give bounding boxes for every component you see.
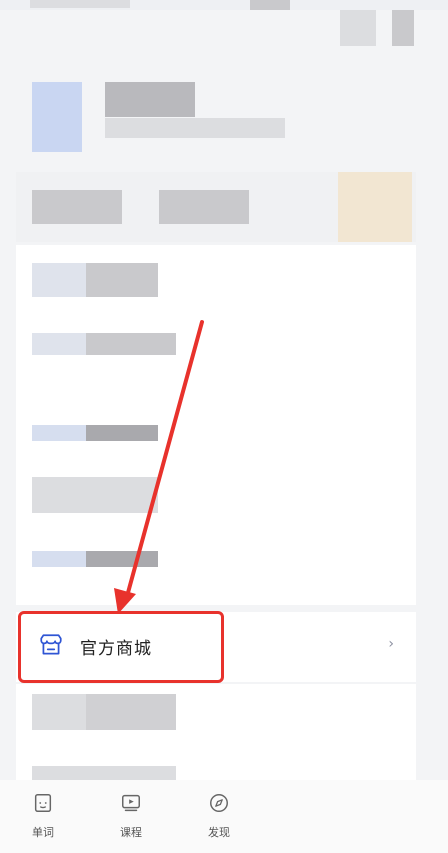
blurred-menu-group-2 [16,405,416,605]
tab-label: 课程 [120,826,142,839]
annotation-highlight-box [18,611,224,683]
blurred-stats-card [16,172,416,242]
tab-vocabulary[interactable]: 单词 [8,780,78,853]
compass-icon [210,794,228,812]
chevron-right-icon: › [388,636,394,652]
blurred-menu-group-3 [16,684,416,780]
bottom-tab-bar: 单词 课程 发现 [0,780,448,853]
tab-label: 发现 [208,826,230,839]
tab-label: 单词 [32,826,54,839]
tab-discover[interactable]: 发现 [184,780,254,853]
vocabulary-icon [34,794,52,812]
video-course-icon [122,794,140,812]
blurred-menu-group-1 [16,245,416,405]
tab-courses[interactable]: 课程 [96,780,166,853]
